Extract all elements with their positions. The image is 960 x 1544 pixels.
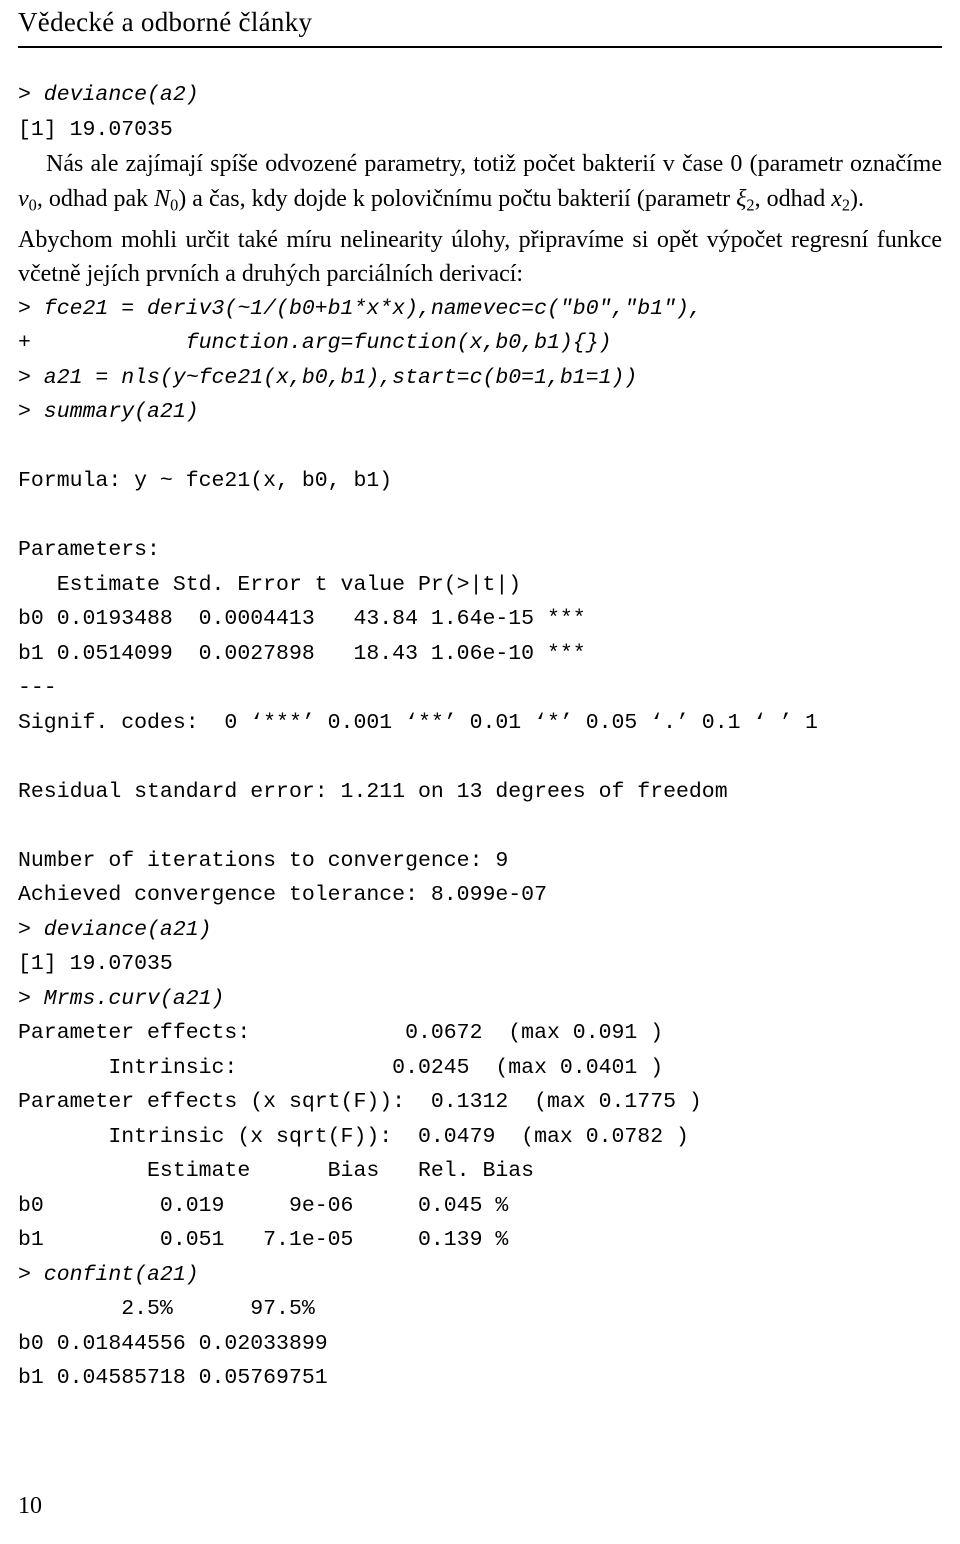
- code-line: Residual standard error: 1.211 on 13 deg…: [18, 779, 728, 804]
- header-divider: [18, 46, 942, 48]
- code-line: Intrinsic: 0.0245 (max 0.0401 ): [18, 1055, 664, 1080]
- paragraph-1-mid2: ) a čas, kdy dojde k polovičnímu počtu b…: [178, 185, 737, 212]
- xi-subscript: 2: [746, 195, 755, 215]
- page-content: > deviance(a2) [1] 19.07035 Nás ale zají…: [18, 78, 942, 1396]
- code-line: Number of iterations to convergence: 9: [18, 848, 509, 873]
- code-line: > fce21 = deriv3(~1/(b0+b1*x*x),namevec=…: [18, 296, 702, 321]
- code-line: b1 0.0514099 0.0027898 18.43 1.06e-10 **…: [18, 641, 586, 666]
- nu-symbol: ν: [18, 185, 29, 212]
- paragraph-nonlinearity: Abychom mohli určit také míru nelinearit…: [18, 226, 942, 288]
- paragraph-1-text: Nás ale zajímají spíše odvozené parametr…: [46, 151, 942, 177]
- code-line: [1] 19.07035: [18, 117, 173, 142]
- page-number: 10: [18, 1493, 42, 1519]
- code-line: > deviance(a21): [18, 917, 212, 942]
- code-line: Parameter effects (x sqrt(F)): 0.1312 (m…: [18, 1090, 702, 1115]
- paragraph-1-mid3: , odhad: [754, 185, 832, 212]
- code-line: Parameter effects: 0.0672 (max 0.091 ): [18, 1021, 664, 1046]
- paragraph-1-mid: , odhad pak: [36, 185, 155, 212]
- code-line: > Mrms.curv(a21): [18, 986, 225, 1011]
- xi-symbol: ξ: [736, 185, 747, 212]
- code-line: Signif. codes: 0 ‘***’ 0.001 ‘**’ 0.01 ‘…: [18, 710, 818, 735]
- code-line: Formula: y ~ fce21(x, b0, b1): [18, 469, 393, 494]
- running-header: Vědecké a odborné články: [18, 6, 942, 38]
- code-line: [1] 19.07035: [18, 952, 173, 977]
- code-line: > summary(a21): [18, 400, 199, 425]
- code-line: > confint(a21): [18, 1262, 199, 1287]
- code-line: Estimate Std. Error t value Pr(>|t|): [18, 572, 522, 597]
- code-line: Achieved convergence tolerance: 8.099e-0…: [18, 883, 547, 908]
- code-line: b0 0.01844556 0.02033899: [18, 1331, 328, 1356]
- code-line: b1 0.04585718 0.05769751: [18, 1366, 328, 1391]
- paragraph-derived-parameters: Nás ale zajímají spíše odvozené parametr…: [18, 147, 942, 223]
- code-line: Estimate Bias Rel. Bias: [18, 1159, 535, 1184]
- code-line: + function.arg=function(x,b0,b1){}): [18, 331, 612, 356]
- header-title: Vědecké a odborné články: [18, 7, 313, 37]
- nu-subscript: 0: [28, 195, 37, 215]
- x-subscript: 2: [841, 195, 851, 215]
- code-line: 2.5% 97.5%: [18, 1297, 315, 1322]
- code-line: Intrinsic (x sqrt(F)): 0.0479 (max 0.078…: [18, 1124, 689, 1149]
- paragraph-1-end: ).: [850, 185, 865, 212]
- n-symbol: N: [154, 185, 171, 212]
- page: Vědecké a odborné články > deviance(a2) …: [0, 0, 960, 1544]
- code-line: Parameters:: [18, 538, 160, 563]
- x-symbol: x: [831, 185, 842, 212]
- code-line: b1 0.051 7.1e-05 0.139 %: [18, 1228, 509, 1253]
- code-line: b0 0.0193488 0.0004413 43.84 1.64e-15 **…: [18, 607, 586, 632]
- code-line: > deviance(a2): [18, 83, 199, 107]
- code-line: ---: [18, 676, 57, 701]
- code-line: > a21 = nls(y~fce21(x,b0,b1),start=c(b0=…: [18, 365, 638, 390]
- code-line: b0 0.019 9e-06 0.045 %: [18, 1193, 509, 1218]
